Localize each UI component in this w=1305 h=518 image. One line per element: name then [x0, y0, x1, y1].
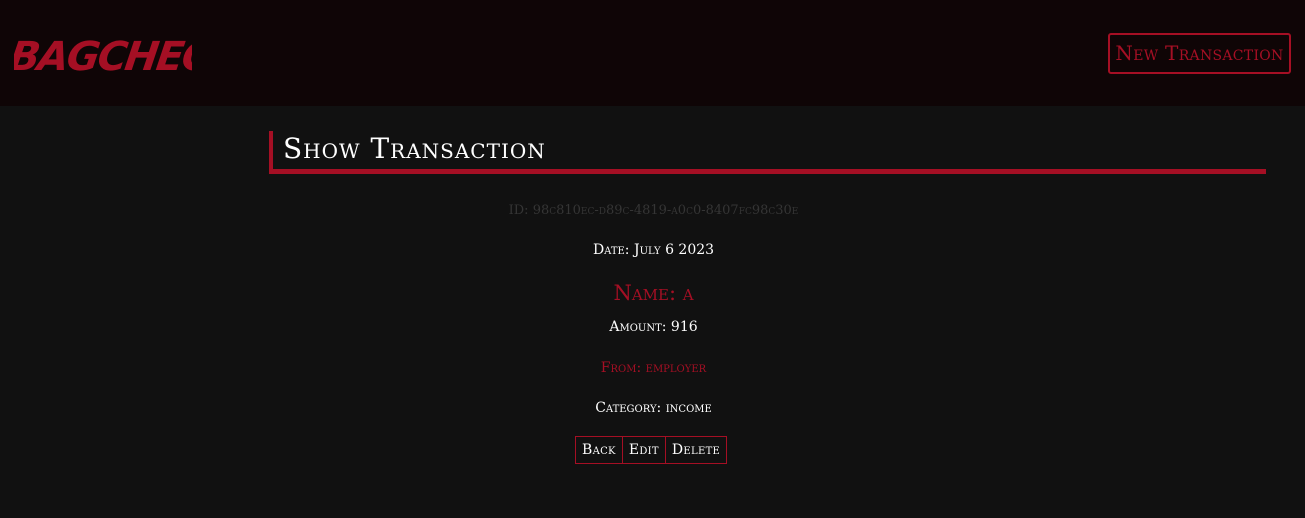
transaction-category: Category: income — [595, 400, 712, 416]
transaction-actions: Back Edit Delete — [575, 436, 728, 464]
back-button[interactable]: Back — [575, 436, 623, 464]
page-title-block: Show Transaction — [269, 131, 1266, 174]
edit-button[interactable]: Edit — [621, 436, 666, 464]
transaction-name: Name: a — [613, 281, 694, 305]
transaction-date: Date: July 6 2023 — [592, 242, 715, 258]
transaction-amount: Amount: 916 — [609, 319, 698, 335]
svg-text:BAGCHECK: BAGCHECK — [14, 34, 192, 80]
bagcheck-logo[interactable]: BAGCHECK — [14, 26, 192, 86]
transaction-from: From: employer — [600, 360, 707, 376]
top-navbar: BAGCHECK New Transaction — [0, 0, 1305, 106]
new-transaction-button[interactable]: New Transaction — [1108, 33, 1291, 74]
page-title: Show Transaction — [283, 132, 546, 165]
delete-button[interactable]: Delete — [664, 436, 728, 464]
transaction-id: ID: 98c810ec-d89c-4819-a0c0-8407fc98c30e — [508, 203, 799, 218]
